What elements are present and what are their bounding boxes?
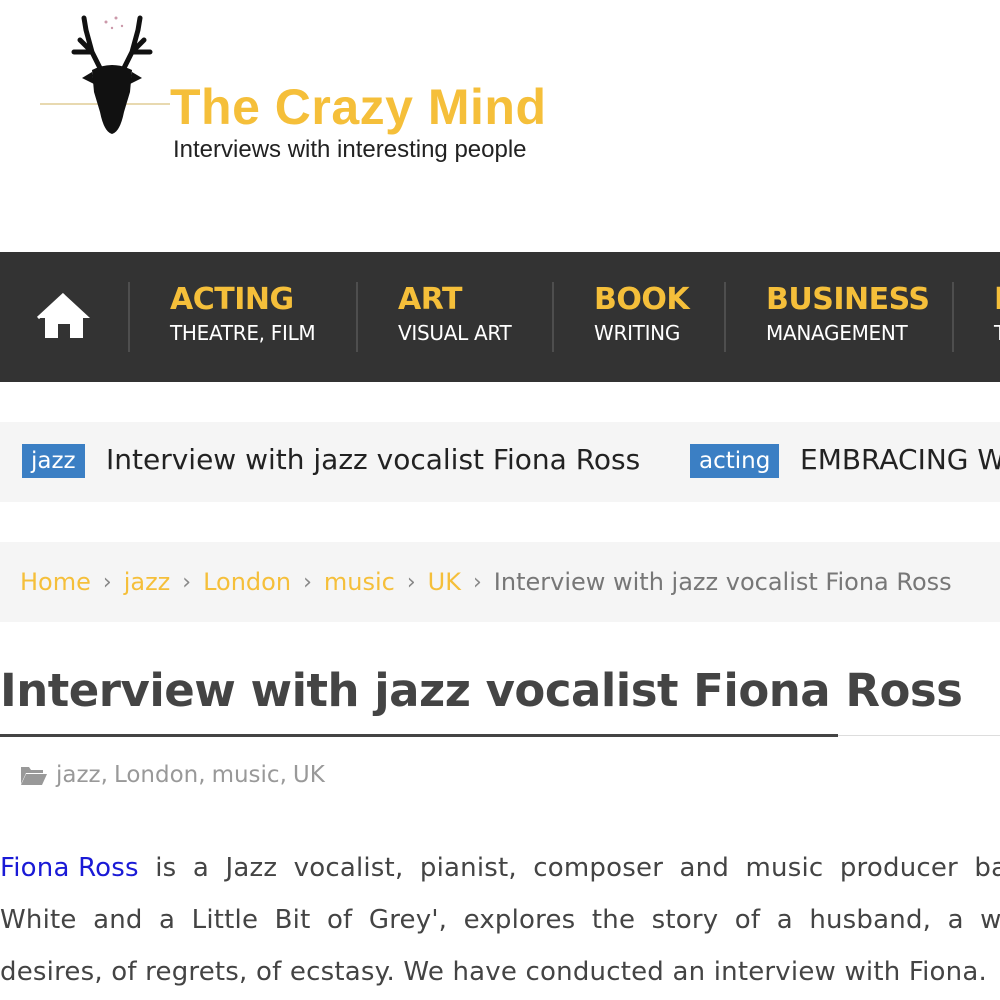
nav-divider <box>128 282 130 352</box>
title-underline <box>0 734 838 737</box>
title-divider <box>838 735 1000 736</box>
page-title: Interview with jazz vocalist Fiona Ross <box>0 664 963 717</box>
breadcrumb: Home › jazz › London › music › UK › Inte… <box>0 542 1000 622</box>
breadcrumb-separator: › <box>303 569 312 595</box>
nav-item-partial[interactable]: F T <box>994 282 1000 352</box>
nav-item-subtitle: VISUAL ART <box>398 321 512 345</box>
body-line: desires, of regrets, of ecstasy. We have… <box>0 946 1000 998</box>
ticker-headline[interactable]: EMBRACING WH <box>800 440 1000 480</box>
main-nav: ACTING THEATRE, FILM ART VISUAL ART BOOK… <box>0 252 1000 382</box>
logo-title: The Crazy Mind <box>170 79 547 135</box>
nav-item-art[interactable]: ART VISUAL ART <box>398 282 512 352</box>
deer-head-icon <box>71 15 153 134</box>
nav-item-title: ACTING <box>170 282 294 317</box>
nav-item-subtitle: WRITING <box>594 321 681 345</box>
body-text: White and a Little Bit of Grey', explore… <box>0 905 1000 935</box>
ticker-headline[interactable]: Interview with jazz vocalist Fiona Ross <box>106 440 640 480</box>
breadcrumb-link-home[interactable]: Home <box>20 568 91 596</box>
breadcrumb-separator: › <box>102 569 112 595</box>
breadcrumb-link-london[interactable]: London <box>203 568 291 596</box>
nav-item-title: ART <box>398 282 462 317</box>
category-link[interactable]: music <box>212 762 280 788</box>
ticker-tag-jazz[interactable]: jazz <box>22 444 85 478</box>
body-text: desires, of regrets, of ecstasy. We have… <box>0 957 987 987</box>
news-ticker: jazz Interview with jazz vocalist Fiona … <box>0 422 1000 502</box>
breadcrumb-link-uk[interactable]: UK <box>428 568 461 596</box>
nav-item-business[interactable]: BUSINESS MANAGEMENT <box>766 282 930 352</box>
nav-divider <box>552 282 554 352</box>
nav-item-subtitle: MANAGEMENT <box>766 321 908 345</box>
person-link[interactable]: Fiona Ross <box>0 853 139 883</box>
ticker-tag-acting[interactable]: acting <box>690 444 780 478</box>
breadcrumb-link-jazz[interactable]: jazz <box>124 568 171 596</box>
body-line: Fiona Ross is a Jazz vocalist, pianist, … <box>0 842 1000 894</box>
folder-open-icon <box>21 767 47 785</box>
category-link[interactable]: UK <box>293 762 325 788</box>
category-link[interactable]: jazz <box>56 762 101 788</box>
nav-item-title: BOOK <box>594 282 690 317</box>
breadcrumb-separator: › <box>406 569 416 595</box>
breadcrumb-link-music[interactable]: music <box>324 568 395 596</box>
nav-divider <box>356 282 358 352</box>
breadcrumb-separator: › <box>472 569 482 595</box>
nav-item-title: F <box>994 282 1000 318</box>
body-text: is a Jazz vocalist, pianist, composer an… <box>138 853 1000 883</box>
nav-item-book[interactable]: BOOK WRITING <box>594 282 690 352</box>
body-line: White and a Little Bit of Grey', explore… <box>0 894 1000 946</box>
logo-tagline: Interviews with interesting people <box>173 136 527 163</box>
nav-item-subtitle: T <box>994 318 1000 348</box>
category-link[interactable]: London <box>114 762 198 788</box>
home-icon <box>36 292 90 338</box>
nav-item-acting[interactable]: ACTING THEATRE, FILM <box>170 282 316 352</box>
post-body: Fiona Ross is a Jazz vocalist, pianist, … <box>0 842 1000 998</box>
site-logo[interactable]: The Crazy Mind Interviews with interesti… <box>40 12 600 182</box>
nav-divider <box>952 282 954 352</box>
nav-item-title: BUSINESS <box>766 282 930 317</box>
breadcrumb-current: Interview with jazz vocalist Fiona Ross <box>493 568 952 596</box>
post-categories: jazz, London, music, UK <box>20 762 325 788</box>
site-header: The Crazy Mind Interviews with interesti… <box>0 0 1000 252</box>
nav-divider <box>724 282 726 352</box>
nav-item-subtitle: THEATRE, FILM <box>170 321 316 345</box>
breadcrumb-separator: › <box>182 569 192 595</box>
nav-home-button[interactable] <box>34 290 94 342</box>
